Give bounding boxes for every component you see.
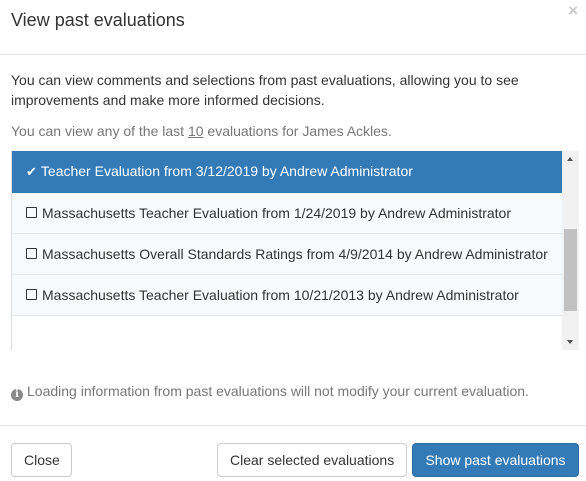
evaluation-item[interactable]: Massachusetts Teacher Evaluation from 1/… xyxy=(12,193,563,234)
evaluation-item[interactable]: ✔ Teacher Evaluation from 3/12/2019 by An… xyxy=(12,151,563,193)
evaluation-item[interactable]: Massachusetts Overall Standards Ratings … xyxy=(12,234,563,275)
checkbox-empty-icon xyxy=(26,289,37,300)
evaluation-label: Teacher Evaluation from 3/12/2019 by And… xyxy=(40,163,413,179)
scroll-up-arrow-icon[interactable] xyxy=(562,151,579,168)
past-evaluations-modal: View past evaluations × You can view com… xyxy=(0,0,586,481)
info-text: Loading information from past evaluation… xyxy=(27,383,529,399)
info-circle-icon: i xyxy=(11,389,23,401)
info-note: i Loading information from past evaluatio… xyxy=(11,381,529,401)
list-scrollbar[interactable] xyxy=(562,151,579,350)
intro-text: You can view comments and selections fro… xyxy=(11,72,519,108)
checkbox-empty-icon xyxy=(26,248,37,259)
scrollbar-thumb[interactable] xyxy=(564,229,577,311)
modal-title: View past evaluations xyxy=(11,10,185,30)
limit-prefix: You can view any of the last xyxy=(11,123,188,139)
scroll-down-arrow-icon[interactable] xyxy=(562,333,579,350)
limit-count: 10 xyxy=(187,123,204,139)
evaluation-label: Massachusetts Overall Standards Ratings … xyxy=(42,246,548,262)
close-icon[interactable]: × xyxy=(568,1,578,21)
evaluation-limit-note: You can view any of the last 10 evaluati… xyxy=(11,121,392,141)
modal-header: View past evaluations × xyxy=(0,0,586,55)
limit-suffix: evaluations for James Ackles. xyxy=(203,123,392,139)
modal-footer: Close Clear selected evaluations Show pa… xyxy=(0,425,586,481)
clear-selected-button[interactable]: Clear selected evaluations xyxy=(217,443,407,477)
evaluation-list-viewport[interactable]: ✔ Teacher Evaluation from 3/12/2019 by An… xyxy=(11,151,579,350)
close-button[interactable]: Close xyxy=(11,443,72,477)
evaluation-list: ✔ Teacher Evaluation from 3/12/2019 by An… xyxy=(12,151,563,316)
evaluation-label: Massachusetts Teacher Evaluation from 1/… xyxy=(42,205,511,221)
evaluation-label: Massachusetts Teacher Evaluation from 10… xyxy=(42,287,519,303)
checkmark-icon: ✔ xyxy=(26,164,37,179)
show-past-evaluations-button[interactable]: Show past evaluations xyxy=(412,443,579,477)
checkbox-empty-icon xyxy=(26,207,37,218)
evaluation-item[interactable]: Massachusetts Teacher Evaluation from 10… xyxy=(12,275,563,316)
